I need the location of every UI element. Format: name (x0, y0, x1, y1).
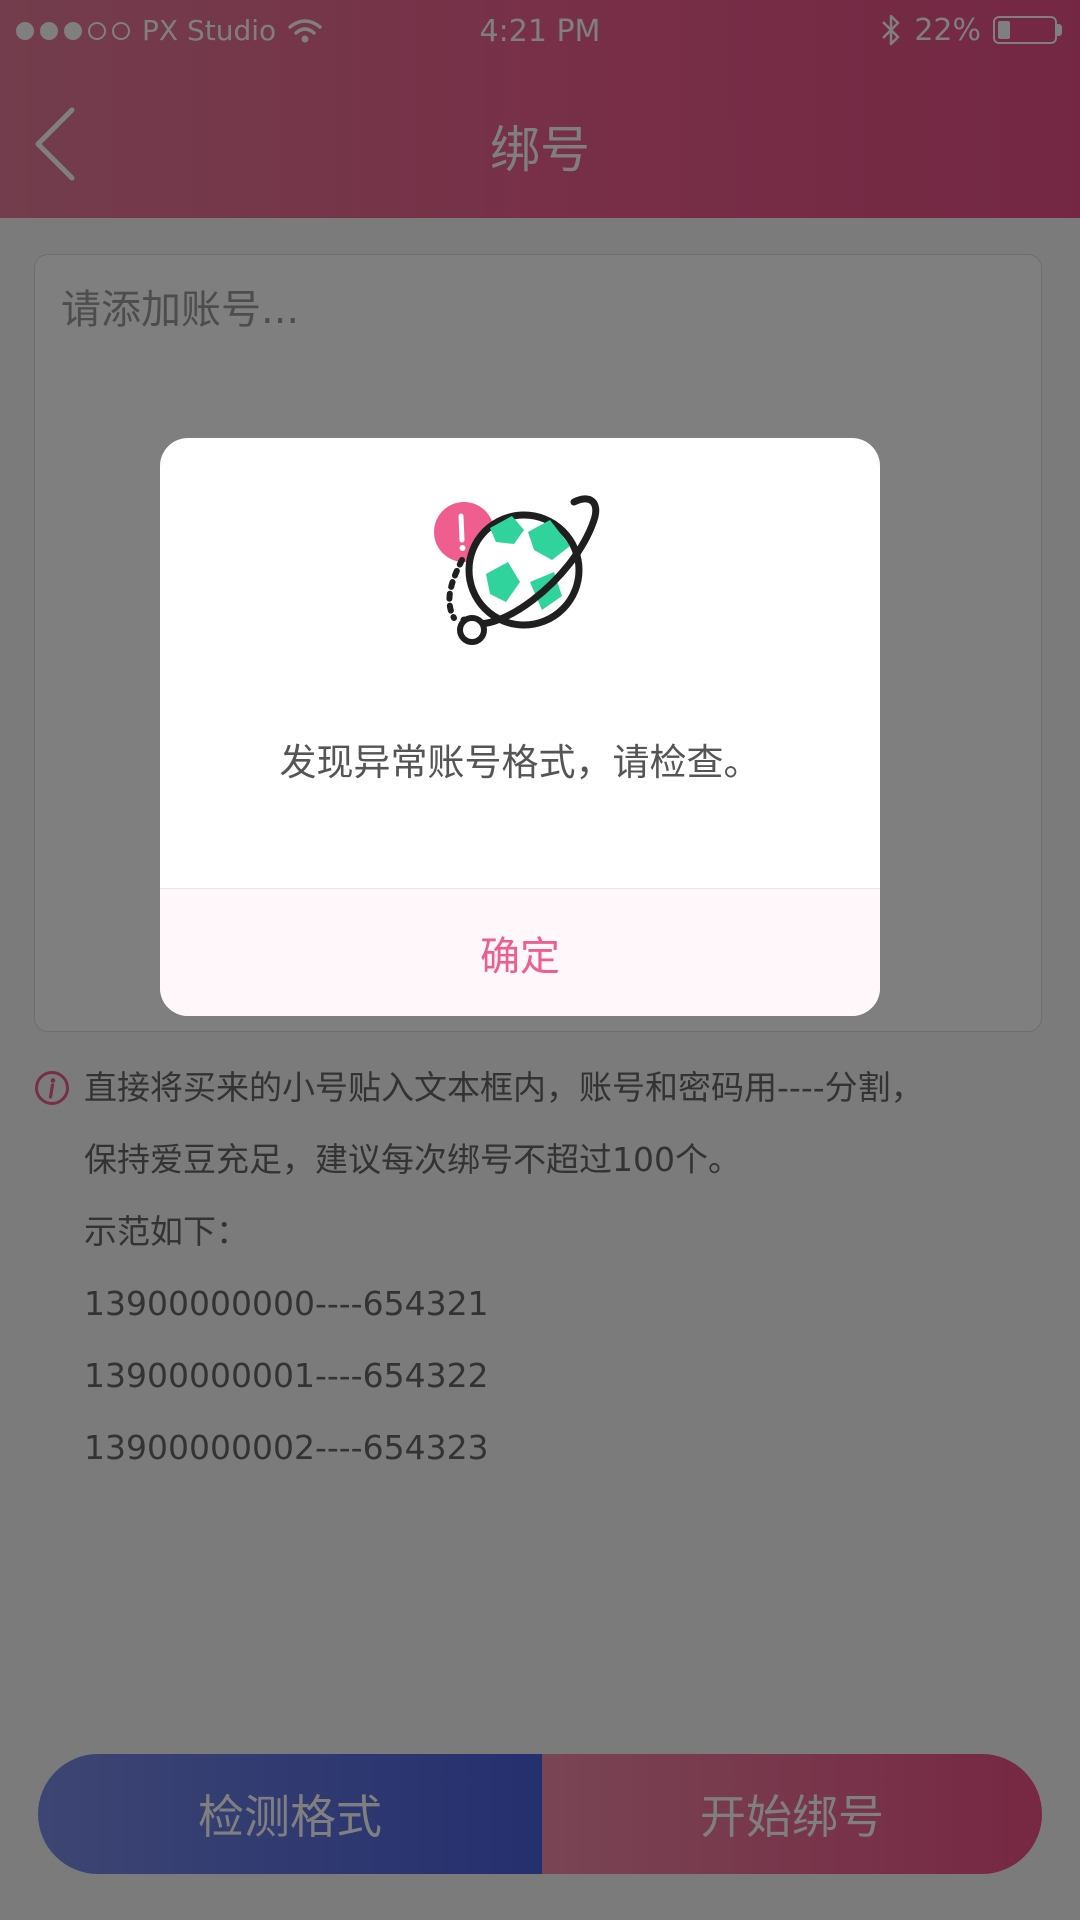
confirm-button[interactable]: 确定 (160, 889, 880, 1016)
alert-dialog: 发现异常账号格式，请检查。 确定 (160, 438, 880, 1016)
dialog-message: 发现异常账号格式，请检查。 (279, 741, 761, 784)
globe-warning-icon (434, 495, 600, 645)
